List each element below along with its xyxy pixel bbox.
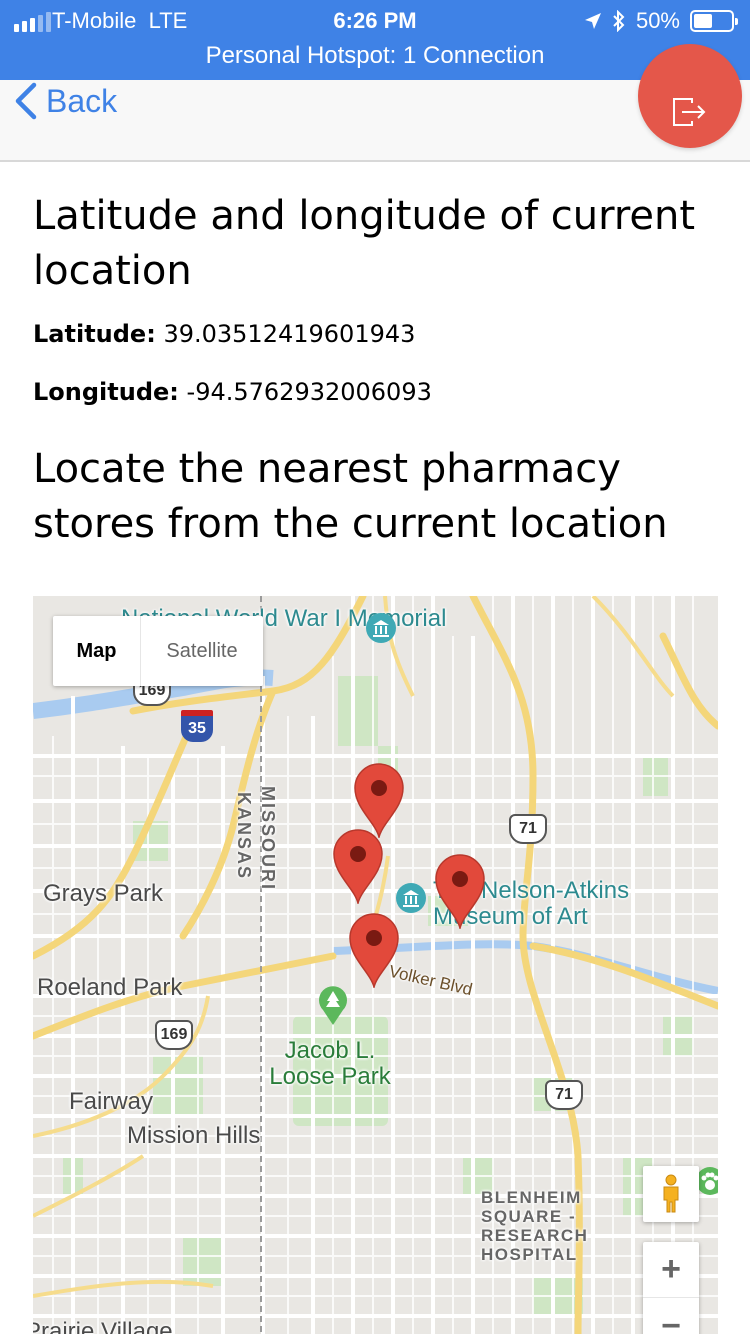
content-area: Latitude and longitude of current locati…	[33, 162, 723, 552]
longitude-value: -94.5762932006093	[186, 378, 432, 406]
back-label: Back	[46, 82, 118, 119]
logout-icon	[673, 98, 706, 126]
pegman-icon	[663, 1174, 679, 1213]
us169-shield-mid: 169	[155, 1020, 193, 1050]
pharmacy-marker[interactable]	[348, 912, 400, 988]
latitude-row: Latitude: 39.03512419601943	[33, 320, 723, 348]
map-label-blenheim[interactable]: BLENHEIM SQUARE - RESEARCH HOSPITAL	[481, 1188, 601, 1264]
chevron-left-icon	[15, 82, 37, 120]
museum-icon[interactable]	[365, 612, 397, 644]
status-bar: T-Mobile LTE 6:26 PM 50% Personal Hotspo…	[0, 0, 750, 80]
battery-icon	[690, 10, 738, 32]
street-view-button[interactable]	[643, 1166, 699, 1222]
longitude-label: Longitude:	[33, 378, 179, 406]
logout-button[interactable]	[638, 44, 742, 148]
map-label-mission-hills[interactable]: Mission Hills	[127, 1122, 260, 1150]
back-button[interactable]: Back	[14, 82, 117, 120]
park-tree-icon[interactable]	[317, 984, 349, 1026]
us71-shield-bottom: 71	[545, 1080, 583, 1110]
map-label-loose-park[interactable]: Jacob L. Loose Park	[265, 1038, 395, 1090]
pharmacy-marker[interactable]	[434, 853, 486, 929]
pharmacy-marker[interactable]	[353, 762, 405, 838]
battery-percent: 50%	[635, 8, 680, 33]
navigation-bar: Back	[0, 44, 750, 162]
latitude-value: 39.03512419601943	[163, 320, 416, 348]
museum-icon[interactable]	[395, 882, 427, 914]
location-arrow-icon	[584, 13, 601, 29]
map-label-roeland-park[interactable]: Roeland Park	[37, 974, 182, 1002]
map-type-map-button[interactable]: Map	[53, 616, 140, 686]
map-type-control: Map Satellite	[53, 616, 263, 686]
location-heading: Latitude and longitude of current locati…	[33, 193, 696, 294]
us71-shield-top: 71	[509, 814, 547, 844]
pharmacy-heading: Locate the nearest pharmacy stores from …	[33, 446, 668, 547]
longitude-row: Longitude: -94.5762932006093	[33, 378, 723, 406]
zoom-in-button[interactable]: +	[643, 1242, 699, 1298]
latitude-label: Latitude:	[33, 320, 156, 348]
pharmacy-map[interactable]: National World War I Memorial Grays Park…	[33, 596, 718, 1334]
map-label-grays-park[interactable]: Grays Park	[43, 880, 163, 908]
map-label-fairway[interactable]: Fairway	[69, 1088, 153, 1116]
i35-shield: 35	[181, 710, 213, 742]
map-label-kansas: KANSAS	[234, 792, 254, 881]
map-label-prairie-village[interactable]: Prairie Village	[33, 1318, 173, 1334]
pharmacy-marker[interactable]	[332, 828, 384, 904]
bluetooth-icon	[613, 10, 625, 32]
map-type-satellite-button[interactable]: Satellite	[140, 616, 263, 686]
zoom-control: + −	[643, 1242, 699, 1334]
zoom-out-button[interactable]: −	[643, 1298, 699, 1334]
map-label-missouri: MISSOURI	[258, 786, 278, 892]
hotspot-banner[interactable]: Personal Hotspot: 1 Connection	[0, 42, 750, 70]
